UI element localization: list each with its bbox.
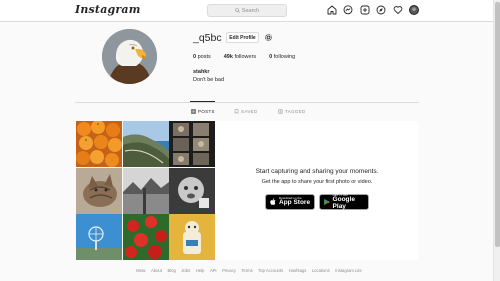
tab-saved[interactable]: SAVED [234, 109, 258, 114]
footer-link-blog[interactable]: Blog [167, 268, 175, 273]
top-nav: Instagram Search [0, 0, 500, 22]
tab-posts-label: POSTS [198, 109, 215, 114]
home-icon[interactable] [327, 5, 337, 15]
app-store-button[interactable]: Download on the App Store [265, 194, 315, 210]
profile-avatar-icon[interactable] [408, 5, 419, 15]
following-label: following [273, 54, 296, 60]
messenger-icon[interactable] [343, 5, 353, 15]
footer-links: Meta About Blog Jobs Help API Privacy Te… [0, 268, 490, 273]
google-play-button[interactable]: GET IT ON Google Play [319, 194, 369, 210]
nav-icons [327, 5, 419, 15]
google-play-icon [324, 198, 330, 206]
posts-count: 0 [193, 54, 197, 60]
new-post-icon[interactable] [360, 5, 370, 15]
photo-oranges[interactable] [76, 121, 122, 167]
tab-saved-label: SAVED [241, 109, 258, 114]
posts-label: posts [197, 54, 211, 60]
tab-tagged-label: TAGGED [285, 109, 306, 114]
apple-icon [270, 198, 276, 205]
sample-photo-grid [76, 121, 215, 260]
tab-posts[interactable]: POSTS [190, 101, 215, 114]
profile-bio: Don't be bad [193, 77, 225, 83]
explore-icon[interactable] [376, 5, 386, 15]
grid-icon [191, 109, 196, 114]
page-scrollbar[interactable] [493, 0, 500, 281]
bookmark-icon [234, 109, 239, 114]
photo-red-flowers[interactable] [122, 214, 169, 260]
eagle-avatar-image [102, 29, 157, 84]
footer-link-hashtags[interactable]: Hashtags [289, 268, 307, 273]
photo-cat[interactable] [76, 167, 122, 214]
settings-gear-icon[interactable] [264, 33, 273, 42]
google-play-big-text: Google Play [332, 196, 355, 210]
promo-title: Start capturing and sharing your moments… [255, 168, 379, 175]
photo-coast-road[interactable] [122, 121, 169, 167]
photo-wheel-sky[interactable] [76, 214, 122, 260]
search-placeholder: Search [241, 7, 260, 14]
photo-photobooth-strip[interactable] [169, 121, 215, 167]
followers-stat[interactable]: 49k followers [224, 54, 256, 60]
profile-stats: 0 posts 49k followers 0 following [193, 54, 295, 60]
followers-label: followers [234, 54, 257, 60]
footer-link-meta[interactable]: Meta [136, 268, 145, 273]
footer-link-privacy[interactable]: Privacy [222, 268, 236, 273]
footer-link-jobs[interactable]: Jobs [181, 268, 190, 273]
get-app-panel: Start capturing and sharing your moments… [215, 121, 419, 260]
footer-link-terms[interactable]: Terms [241, 268, 252, 273]
scrollbar-thumb[interactable] [495, 2, 500, 247]
following-stat[interactable]: 0 following [269, 54, 295, 60]
tab-tagged[interactable]: TAGGED [278, 109, 306, 114]
search-icon [234, 8, 240, 13]
photo-toy-figure[interactable] [169, 214, 215, 260]
following-count: 0 [269, 54, 273, 60]
followers-count: 49k [223, 54, 233, 60]
profile-avatar[interactable] [102, 29, 157, 84]
footer-link-api[interactable]: API [210, 268, 217, 273]
app-store-big-text: App Store [279, 199, 311, 207]
promo-subtitle: Get the app to share your first photo or… [261, 179, 373, 185]
footer-link-top-accounts[interactable]: Top Accounts [258, 268, 283, 273]
activity-heart-icon[interactable] [393, 5, 403, 15]
profile-username: _q5bc [193, 32, 222, 44]
posts-stat: 0 posts [193, 54, 211, 60]
footer-link-about[interactable]: About [151, 268, 162, 273]
footer-link-locations[interactable]: Locations [312, 268, 330, 273]
photo-bw-landscape[interactable] [122, 167, 169, 214]
footer-link-help[interactable]: Help [196, 268, 205, 273]
edit-profile-button[interactable]: Edit Profile [226, 32, 259, 43]
search-input[interactable]: Search [207, 4, 287, 17]
footer-link-instagram-lite[interactable]: Instagram Lite [335, 268, 362, 273]
photo-baby[interactable] [169, 167, 215, 214]
instagram-logo[interactable]: Instagram [75, 3, 141, 16]
tabs-divider [75, 102, 419, 103]
profile-full-name: stahkr [193, 69, 210, 75]
tag-user-icon [278, 109, 283, 114]
